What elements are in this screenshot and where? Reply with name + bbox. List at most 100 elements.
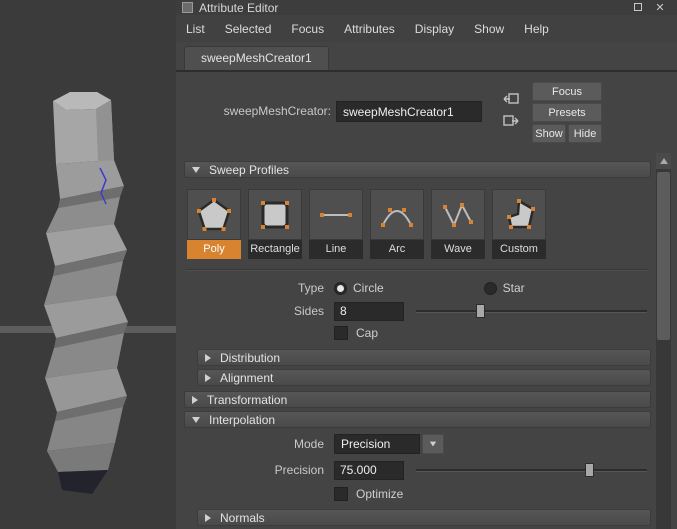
sides-row: Sides <box>184 300 651 322</box>
cap-row: Cap <box>184 323 651 343</box>
section-title: Interpolation <box>209 413 275 427</box>
box-arrow-right-icon <box>503 114 519 128</box>
slider-track <box>416 469 647 472</box>
sides-slider[interactable] <box>416 304 647 318</box>
radio-star-label[interactable]: Star <box>503 281 525 295</box>
profile-label-rectangle: Rectangle <box>248 240 302 259</box>
menu-selected[interactable]: Selected <box>225 22 272 36</box>
chevron-down-icon <box>192 167 200 173</box>
node-name-label: sweepMeshCreator: <box>176 104 331 118</box>
arc-icon <box>370 189 424 240</box>
dropdown-arrow-button[interactable] <box>422 434 444 454</box>
section-title: Distribution <box>220 351 280 365</box>
menu-bar: List Selected Focus Attributes Display S… <box>176 15 677 42</box>
section-header-interpolation[interactable]: Interpolation <box>184 411 651 428</box>
select-output-icon-button[interactable] <box>502 90 520 107</box>
section-title: Sweep Profiles <box>209 163 289 177</box>
mode-label: Mode <box>184 437 334 451</box>
hide-button[interactable]: Hide <box>568 124 602 143</box>
profile-label-line: Line <box>309 240 363 259</box>
profile-tile-wave[interactable]: Wave <box>431 189 485 259</box>
wave-icon <box>431 189 485 240</box>
section-title: Transformation <box>207 393 287 407</box>
attributes-content: Sweep Profiles Poly <box>184 153 651 529</box>
divider <box>186 269 649 271</box>
precision-row: Precision <box>184 459 651 481</box>
profile-label-custom: Custom <box>492 240 546 259</box>
window-title: Attribute Editor <box>199 1 627 15</box>
node-name-row: sweepMeshCreator: Focus Presets Show Hid… <box>176 72 677 150</box>
rectangle-icon <box>248 189 302 240</box>
cap-label[interactable]: Cap <box>356 326 378 340</box>
sides-input[interactable] <box>334 302 404 321</box>
profile-label-arc: Arc <box>370 240 424 259</box>
profile-label-wave: Wave <box>431 240 485 259</box>
box-arrow-left-icon <box>503 92 519 106</box>
tab-strip: sweepMeshCreator1 <box>176 42 677 72</box>
chevron-down-icon <box>192 417 200 423</box>
presets-button[interactable]: Presets <box>532 103 602 122</box>
profile-tile-line[interactable]: Line <box>309 189 363 259</box>
scrollbar-thumb[interactable] <box>657 172 670 340</box>
precision-label: Precision <box>184 463 334 477</box>
mode-row: Mode Precision <box>184 433 651 455</box>
optimize-label[interactable]: Optimize <box>356 487 403 501</box>
chevron-right-icon <box>205 374 211 382</box>
type-label: Type <box>184 281 334 295</box>
radio-star[interactable] <box>484 282 497 295</box>
scroll-up-button[interactable] <box>656 153 671 169</box>
section-header-distribution[interactable]: Distribution <box>197 349 651 366</box>
line-icon <box>309 189 363 240</box>
chevron-right-icon <box>192 396 198 404</box>
slider-track <box>416 310 647 313</box>
tab-sweepmeshcreator1[interactable]: sweepMeshCreator1 <box>184 46 329 70</box>
menu-show[interactable]: Show <box>474 22 504 36</box>
close-button[interactable]: ✕ <box>649 1 671 14</box>
optimize-row: Optimize <box>184 484 651 504</box>
section-header-normals[interactable]: Normals <box>197 509 651 526</box>
section-title: Alignment <box>220 371 273 385</box>
slider-handle[interactable] <box>585 463 594 477</box>
arrow-up-icon <box>660 158 668 164</box>
show-button[interactable]: Show <box>532 124 566 143</box>
menu-help[interactable]: Help <box>524 22 549 36</box>
mode-dropdown-value[interactable]: Precision <box>334 434 420 454</box>
precision-input[interactable] <box>334 461 404 480</box>
radio-circle[interactable] <box>334 282 347 295</box>
cap-checkbox[interactable] <box>334 326 348 340</box>
focus-button[interactable]: Focus <box>532 82 602 101</box>
profile-tile-rectangle[interactable]: Rectangle <box>248 189 302 259</box>
vertical-scrollbar[interactable] <box>656 153 671 529</box>
optimize-checkbox[interactable] <box>334 487 348 501</box>
radio-circle-label[interactable]: Circle <box>353 281 384 295</box>
profile-tile-poly[interactable]: Poly <box>187 189 241 259</box>
slider-handle[interactable] <box>476 304 485 318</box>
maximize-icon <box>634 3 642 11</box>
profile-tiles: Poly Rectangle <box>187 189 651 259</box>
sides-label: Sides <box>184 304 334 318</box>
select-input-icon-button[interactable] <box>502 112 520 129</box>
chevron-right-icon <box>205 514 211 522</box>
section-title: Normals <box>220 511 265 525</box>
mode-dropdown[interactable]: Precision <box>334 434 444 454</box>
section-header-sweep-profiles[interactable]: Sweep Profiles <box>184 161 651 178</box>
profile-tile-arc[interactable]: Arc <box>370 189 424 259</box>
window-titlebar: Attribute Editor ✕ <box>176 0 677 15</box>
precision-slider[interactable] <box>416 463 647 477</box>
attribute-editor-panel: Attribute Editor ✕ List Selected Focus A… <box>176 0 677 529</box>
profile-tile-custom[interactable]: Custom <box>492 189 546 259</box>
section-header-alignment[interactable]: Alignment <box>197 369 651 386</box>
menu-display[interactable]: Display <box>415 22 454 36</box>
maximize-button[interactable] <box>627 2 649 14</box>
menu-focus[interactable]: Focus <box>291 22 324 36</box>
swept-mesh-render <box>0 0 176 529</box>
menu-list[interactable]: List <box>186 22 205 36</box>
section-header-transformation[interactable]: Transformation <box>184 391 651 408</box>
profile-label-poly: Poly <box>187 240 241 259</box>
attributes-scroll-area: Sweep Profiles Poly <box>176 153 677 529</box>
menu-attributes[interactable]: Attributes <box>344 22 395 36</box>
custom-icon <box>492 189 546 240</box>
viewport-3d[interactable] <box>0 0 176 529</box>
window-icon <box>182 2 193 13</box>
node-name-input[interactable] <box>336 101 482 122</box>
